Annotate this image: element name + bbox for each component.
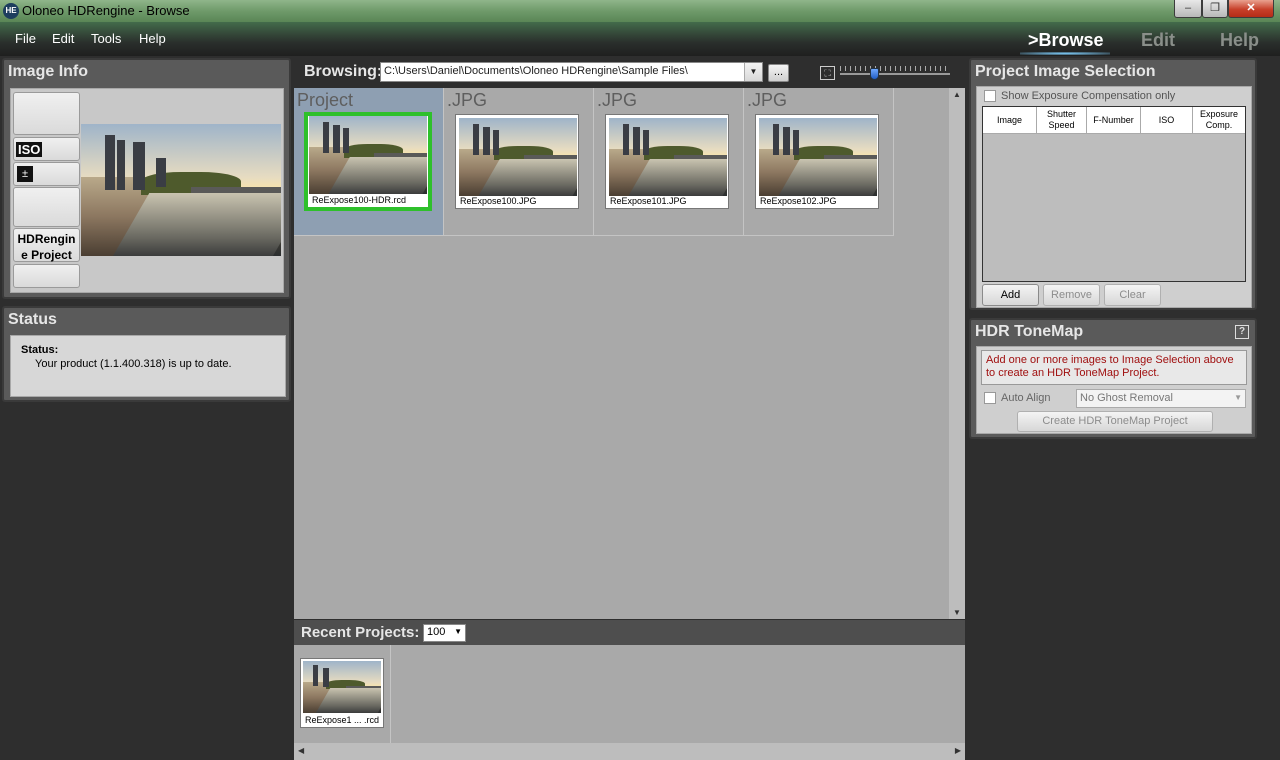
thumbnail-cell[interactable]: .JPG ReExpose101.JPG bbox=[594, 88, 744, 236]
thumbnail-cell[interactable]: .JPG ReExpose100.JPG bbox=[444, 88, 594, 236]
file-type-label: .JPG bbox=[447, 90, 488, 110]
scroll-up-icon[interactable]: ▲ bbox=[953, 90, 961, 99]
maximize-button[interactable]: ❐ bbox=[1202, 0, 1228, 18]
thumbnail-filename: ReExpose100-HDR.rcd bbox=[312, 195, 407, 205]
recent-count-value: 100 bbox=[427, 626, 446, 638]
tonemap-message: Add one or more images to Image Selectio… bbox=[981, 350, 1247, 385]
menu-tools[interactable]: Tools bbox=[91, 31, 121, 46]
create-hdr-project-button[interactable]: Create HDR ToneMap Project bbox=[1017, 411, 1213, 432]
table-header: Image Shutter Speed F-Number ISO Exposur… bbox=[983, 107, 1245, 134]
column-header[interactable]: Exposure Comp. bbox=[1193, 107, 1245, 134]
thumbnail-image bbox=[459, 118, 577, 196]
fit-to-window-icon[interactable]: ⛶ bbox=[820, 66, 835, 80]
app-logo-icon: HE bbox=[3, 3, 19, 19]
recent-project-name: ReExpose1 ... .rcd bbox=[305, 715, 380, 725]
thumbnail-card[interactable]: ReExpose100.JPG bbox=[455, 114, 579, 209]
mode-tab-browse[interactable]: >Browse bbox=[1028, 30, 1104, 51]
scroll-left-icon[interactable]: ◀ bbox=[298, 746, 304, 755]
column-header[interactable]: Image bbox=[983, 107, 1037, 134]
browsing-label: Browsing: bbox=[304, 63, 383, 80]
panel-title: Status bbox=[8, 311, 57, 328]
status-content: Status: Your product (1.1.400.318) is up… bbox=[10, 335, 286, 397]
info-slot-blank[interactable] bbox=[13, 92, 80, 135]
exposure-comp-only-checkbox[interactable] bbox=[984, 90, 996, 102]
minimize-button[interactable]: – bbox=[1174, 0, 1202, 18]
thumbnail-card[interactable]: ReExpose100-HDR.rcd bbox=[304, 112, 432, 211]
scroll-right-icon[interactable]: ▶ bbox=[955, 746, 961, 755]
auto-align-checkbox[interactable] bbox=[984, 392, 996, 404]
auto-align-label: Auto Align bbox=[1001, 392, 1051, 404]
panel-title: HDR ToneMap bbox=[975, 323, 1084, 340]
file-type-label: .JPG bbox=[747, 90, 788, 110]
slider-thumb[interactable] bbox=[870, 68, 879, 80]
recent-projects-label: Recent Projects: bbox=[301, 624, 420, 641]
image-preview bbox=[81, 124, 281, 256]
path-value: C:\Users\Daniel\Documents\Oloneo HDRengi… bbox=[384, 65, 688, 77]
exposure-icon: ± bbox=[17, 166, 33, 182]
column-header[interactable]: ISO bbox=[1141, 107, 1193, 134]
thumbnail-filename: ReExpose101.JPG bbox=[610, 196, 687, 206]
thumbnail-image bbox=[309, 116, 427, 194]
thumbnail-image bbox=[609, 118, 727, 196]
menu-bar: File Edit Tools Help >Browse Edit Help bbox=[0, 22, 1280, 56]
recent-projects-bar: Recent Projects: 100 ▼ bbox=[294, 620, 965, 645]
thumbnail-cell[interactable]: .JPG ReExpose102.JPG bbox=[744, 88, 894, 236]
mode-tab-edit[interactable]: Edit bbox=[1141, 30, 1175, 51]
status-message: Your product (1.1.400.318) is up to date… bbox=[35, 358, 232, 370]
vertical-scrollbar[interactable]: ▲ ▼ bbox=[949, 88, 965, 619]
zoom-slider[interactable] bbox=[840, 66, 950, 80]
active-mode-indicator bbox=[1020, 52, 1110, 55]
iso-info-button[interactable]: ISO bbox=[13, 137, 80, 161]
thumbnail-image bbox=[759, 118, 877, 196]
thumbnail-cell[interactable]: Project ReExpose100-HDR.rcd bbox=[294, 88, 444, 236]
project-type-label: HDRengin e Project bbox=[17, 232, 76, 262]
info-slot-blank[interactable] bbox=[13, 187, 80, 227]
menu-edit[interactable]: Edit bbox=[52, 31, 74, 46]
recent-count-select[interactable]: 100 ▼ bbox=[423, 624, 466, 642]
thumbnail-card[interactable]: ReExpose102.JPG bbox=[755, 114, 879, 209]
recent-thumbnail-card[interactable]: ReExpose1 ... .rcd bbox=[300, 658, 384, 728]
chevron-down-icon: ▼ bbox=[1234, 393, 1242, 402]
recent-projects-area: ReExpose1 ... .rcd bbox=[294, 645, 965, 743]
file-type-label: .JPG bbox=[597, 90, 638, 110]
chevron-down-icon[interactable]: ▼ bbox=[744, 63, 762, 81]
ghost-removal-value: No Ghost Removal bbox=[1080, 392, 1173, 404]
thumbnail-card[interactable]: ReExpose101.JPG bbox=[605, 114, 729, 209]
panel-title: Project Image Selection bbox=[975, 63, 1156, 80]
info-slot-blank[interactable] bbox=[13, 264, 80, 288]
ghost-removal-select[interactable]: No Ghost Removal ▼ bbox=[1076, 389, 1246, 408]
help-icon[interactable]: ? bbox=[1235, 325, 1249, 339]
slider-ticks bbox=[840, 66, 950, 71]
mode-tab-help[interactable]: Help bbox=[1220, 30, 1259, 51]
scroll-down-icon[interactable]: ▼ bbox=[953, 608, 961, 617]
exposure-comp-only-label: Show Exposure Compensation only bbox=[1001, 90, 1176, 102]
thumbnail-filename: ReExpose102.JPG bbox=[760, 196, 837, 206]
horizontal-scrollbar[interactable]: ◀ ▶ bbox=[294, 743, 965, 760]
status-label: Status: bbox=[21, 344, 59, 356]
title-bar: HE Oloneo HDRengine - Browse – ❐ ✕ bbox=[0, 0, 1280, 22]
slider-track bbox=[840, 73, 950, 75]
clear-button[interactable]: Clear bbox=[1104, 284, 1161, 306]
recent-project-item[interactable]: ReExpose1 ... .rcd bbox=[294, 645, 391, 743]
column-header[interactable]: F-Number bbox=[1087, 107, 1141, 134]
iso-icon: ISO bbox=[16, 142, 43, 157]
add-button[interactable]: Add bbox=[982, 284, 1039, 306]
exposure-info-button[interactable]: ± bbox=[13, 162, 80, 186]
project-type-button[interactable]: HDRengin e Project bbox=[13, 228, 80, 262]
column-header[interactable]: Shutter Speed bbox=[1037, 107, 1087, 134]
close-button[interactable]: ✕ bbox=[1228, 0, 1274, 18]
thumbnail-filename: ReExpose100.JPG bbox=[460, 196, 537, 206]
window-title: Oloneo HDRengine - Browse bbox=[22, 3, 190, 18]
file-type-label: Project bbox=[297, 90, 354, 110]
panel-title: Image Info bbox=[8, 63, 89, 80]
recent-thumbnail-image bbox=[303, 661, 381, 713]
remove-button[interactable]: Remove bbox=[1043, 284, 1100, 306]
menu-help[interactable]: Help bbox=[139, 31, 166, 46]
chevron-down-icon: ▼ bbox=[454, 627, 462, 636]
thumbnail-browser: Project ReExpose100-HDR.rcd .JPG ReExpose10… bbox=[294, 88, 965, 619]
image-selection-table[interactable]: Image Shutter Speed F-Number ISO Exposur… bbox=[982, 106, 1246, 282]
path-combobox[interactable]: C:\Users\Daniel\Documents\Oloneo HDRengi… bbox=[380, 62, 763, 82]
browse-folder-button[interactable]: ... bbox=[768, 64, 789, 82]
menu-file[interactable]: File bbox=[15, 31, 36, 46]
